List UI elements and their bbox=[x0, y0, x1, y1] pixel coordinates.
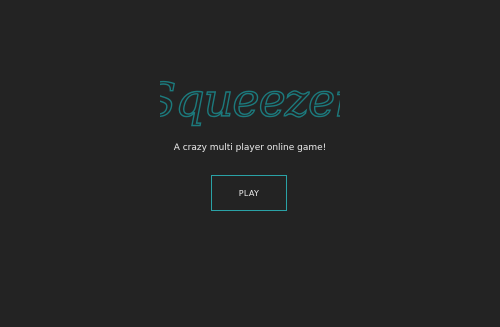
play-button[interactable]: PLAY bbox=[211, 175, 287, 211]
game-logo-svg: Squeezer bbox=[160, 72, 340, 127]
tagline: A crazy multi player online game! bbox=[173, 143, 327, 153]
start-screen: Squeezer A crazy multi player online gam… bbox=[0, 0, 500, 327]
game-logo: Squeezer bbox=[160, 68, 340, 138]
game-logo-text: Squeezer bbox=[160, 73, 340, 127]
